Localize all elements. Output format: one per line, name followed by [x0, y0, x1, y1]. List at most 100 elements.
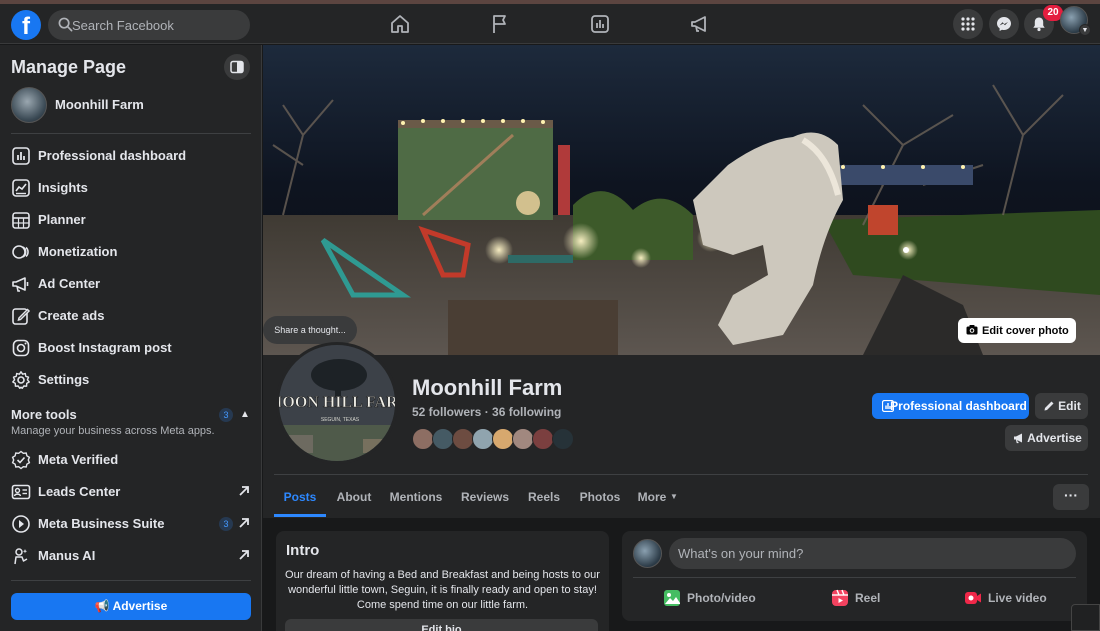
menu-grid-button[interactable]	[953, 9, 983, 39]
sidebar-item-label: Leads Center	[38, 484, 121, 499]
business-suite-icon	[12, 515, 30, 533]
profile-divider	[274, 474, 1088, 475]
verified-icon	[11, 450, 31, 470]
sidebar-item-settings[interactable]: Settings	[11, 366, 251, 394]
sidebar-item-insights[interactable]: Insights	[11, 174, 251, 202]
sidebar-item-ad-center[interactable]: Ad Center	[11, 270, 251, 298]
sidebar-item-monetization[interactable]: Monetization	[11, 238, 251, 266]
follower-avatar[interactable]	[552, 428, 574, 450]
collapse-sidebar-button[interactable]	[224, 54, 250, 80]
sidebar-item-label: Planner	[38, 212, 86, 227]
reel-button[interactable]: Reel	[831, 587, 891, 609]
tab-reels[interactable]: Reels	[525, 481, 563, 517]
insights-icon[interactable]	[588, 12, 612, 36]
page-title: Moonhill Farm	[412, 375, 563, 400]
tab-more[interactable]: More	[636, 481, 668, 517]
more-tools-title: More tools	[11, 407, 77, 422]
profile-picture-logo-text: MOON HILL FARM	[279, 394, 398, 411]
photo-icon	[664, 590, 680, 606]
composer-input[interactable]	[669, 538, 1076, 569]
follower-avatar[interactable]	[492, 428, 514, 450]
insights-icon	[12, 179, 30, 197]
chevron-up-icon[interactable]: ▲	[240, 409, 250, 420]
sidebar-divider	[11, 133, 251, 134]
follower-stats[interactable]: 52 followers · 36 following	[412, 405, 561, 419]
edit-label: Edit	[1058, 399, 1081, 413]
cover-photo	[263, 45, 1100, 355]
sidebar-item-create-ads[interactable]: Create ads	[11, 302, 251, 330]
dashboard-icon	[882, 400, 894, 412]
tab-reviews[interactable]: Reviews	[458, 481, 512, 517]
sidebar-item-label: Create ads	[38, 308, 105, 323]
messenger-button[interactable]	[989, 9, 1019, 39]
photo-video-label: Photo/video	[687, 591, 756, 605]
tab-photos[interactable]: Photos	[576, 481, 624, 517]
manage-page-sidebar: Manage Page Moonhill Farm Professional d…	[0, 45, 262, 631]
external-link-icon	[239, 518, 249, 528]
megaphone-icon	[12, 277, 29, 292]
professional-dashboard-button[interactable]: Professional dashboard	[872, 393, 1029, 419]
profile-picture[interactable]: MOON HILL FARM SEGUIN, TEXAS	[276, 342, 398, 464]
chevron-down-icon: ▼	[1079, 24, 1091, 36]
sidebar-item-boost-instagram-post[interactable]: Boost Instagram post	[11, 334, 251, 362]
live-video-button[interactable]: Live video	[964, 587, 1064, 609]
search-box[interactable]	[48, 10, 250, 40]
pencil-icon	[1044, 401, 1054, 411]
live-video-label: Live video	[988, 591, 1047, 605]
camera-icon	[966, 325, 978, 335]
composer-avatar[interactable]	[633, 539, 662, 568]
search-icon	[58, 17, 73, 32]
share-thought-bubble[interactable]: Share a thought...	[263, 316, 357, 344]
tab-mentions[interactable]: Mentions	[386, 481, 446, 517]
dashboard-icon	[12, 147, 30, 165]
sidebar-item-label: Insights	[38, 180, 88, 195]
edit-page-button[interactable]: Edit	[1035, 393, 1088, 419]
sidebar-item-label: Monetization	[38, 244, 118, 259]
advertise-button[interactable]: Advertise	[1005, 425, 1088, 451]
sidebar-page-switcher[interactable]: Moonhill Farm	[11, 87, 251, 123]
megaphone-icon	[1014, 433, 1022, 444]
sidebar-item-meta-verified[interactable]: Meta Verified	[11, 446, 251, 474]
edit-cover-photo-button[interactable]: Edit cover photo	[958, 318, 1076, 343]
caret-down-icon[interactable]: ▼	[668, 481, 680, 517]
more-tools-badge: 3	[219, 408, 233, 422]
professional-dashboard-label: Professional dashboard	[890, 399, 1027, 413]
account-avatar[interactable]: ▼	[1060, 6, 1091, 36]
edit-cover-label: Edit cover photo	[982, 324, 1069, 337]
follower-avatar[interactable]	[412, 428, 434, 450]
follower-avatar[interactable]	[432, 428, 454, 450]
sidebar-item-label: Ad Center	[38, 276, 101, 291]
sidebar-advertise-button[interactable]: 📢 Advertise	[11, 593, 251, 620]
ai-icon	[14, 548, 28, 565]
chat-dock-corner[interactable]	[1071, 604, 1100, 631]
reel-label: Reel	[855, 591, 881, 605]
search-input[interactable]	[72, 10, 247, 40]
follower-avatars[interactable]	[412, 428, 582, 450]
photo-video-button[interactable]: Photo/video	[663, 587, 763, 609]
sidebar-item-leads-center[interactable]: Leads Center	[11, 478, 251, 506]
sidebar-title: Manage Page	[11, 57, 127, 77]
gear-icon	[12, 371, 30, 389]
reel-icon	[832, 589, 848, 606]
flag-icon[interactable]	[488, 12, 512, 36]
sidebar-item-manus-ai[interactable]: Manus AI	[11, 542, 251, 570]
sidebar-item-professional-dashboard[interactable]: Professional dashboard	[11, 142, 251, 170]
facebook-logo-icon[interactable]: f	[11, 10, 41, 40]
follower-avatar[interactable]	[532, 428, 554, 450]
edit-bio-button[interactable]: Edit bio	[285, 619, 598, 631]
sidebar-item-label: Boost Instagram post	[38, 340, 172, 355]
monetization-icon	[12, 245, 29, 259]
more-options-button[interactable]: ···	[1053, 484, 1089, 510]
sidebar-item-label: Settings	[38, 372, 90, 387]
intro-bio: Our dream of having a Bed and Breakfast …	[285, 569, 600, 611]
tab-posts[interactable]: Posts	[274, 481, 326, 517]
tab-about[interactable]: About	[332, 481, 376, 517]
sidebar-item-label: Meta Verified	[38, 452, 119, 467]
home-icon[interactable]	[388, 12, 412, 36]
sidebar-item-meta-business-suite[interactable]: Meta Business Suite 3	[11, 510, 251, 538]
follower-avatar[interactable]	[512, 428, 534, 450]
follower-avatar[interactable]	[452, 428, 474, 450]
sidebar-item-planner[interactable]: Planner	[11, 206, 251, 234]
megaphone-icon[interactable]	[688, 12, 712, 36]
follower-avatar[interactable]	[472, 428, 494, 450]
